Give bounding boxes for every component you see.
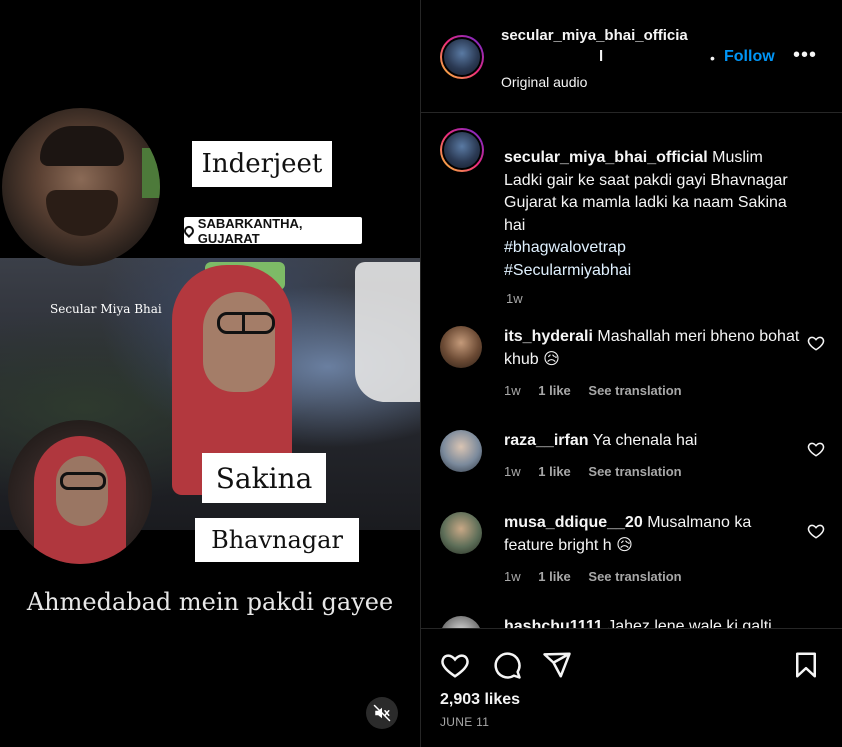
separator-dot: •: [710, 50, 715, 66]
more-options-button[interactable]: •••: [793, 44, 817, 67]
post-header: secular_miya_bhai_officia l • Follow •••…: [421, 0, 842, 113]
watermark: Secular Miya Bhai: [50, 302, 162, 316]
woman-face: [203, 292, 275, 392]
comment-time: 1w: [504, 569, 521, 584]
muted-speaker-icon: [373, 704, 391, 722]
comment-bubble-icon[interactable]: [492, 650, 522, 680]
follow-button[interactable]: Follow: [724, 48, 775, 66]
avatar[interactable]: [440, 128, 484, 172]
video-caption: Ahmedabad mein pakdi gayee: [26, 588, 394, 616]
audio-link[interactable]: Original audio: [501, 74, 587, 90]
avatar[interactable]: [440, 616, 482, 628]
man-portrait-circle: [2, 108, 160, 266]
like-heart-icon[interactable]: [807, 440, 825, 458]
hashtag-link[interactable]: #bhagwalovetrap: [504, 237, 804, 260]
background-figure: [355, 262, 420, 402]
name-label-2: Sakina: [202, 453, 326, 503]
post-panel: secular_miya_bhai_officia l • Follow •••…: [420, 0, 842, 747]
see-translation-link[interactable]: See translation: [588, 383, 681, 398]
comment-likes[interactable]: 1 like: [538, 383, 571, 398]
comment-username[interactable]: raza__irfan: [504, 432, 589, 449]
name-label: Inderjeet: [192, 141, 332, 187]
header-username[interactable]: secular_miya_bhai_officia: [501, 27, 688, 44]
comment-username[interactable]: its_hyderali: [504, 328, 593, 345]
avatar[interactable]: [440, 430, 482, 472]
mute-button[interactable]: [366, 697, 398, 729]
comment-time: 1w: [504, 464, 521, 479]
comment-likes[interactable]: 1 like: [538, 569, 571, 584]
location-label: SABARKANTHA, GUJARAT: [181, 215, 362, 246]
avatar[interactable]: [440, 35, 484, 79]
location-pin-icon: [181, 223, 196, 238]
comments-list[interactable]: secular_miya_bhai_official Muslim Ladki …: [421, 114, 842, 628]
see-translation-link[interactable]: See translation: [588, 464, 681, 479]
save-bookmark-icon[interactable]: [791, 650, 821, 680]
like-heart-icon[interactable]: [440, 650, 470, 680]
header-username-wrap[interactable]: l: [599, 48, 603, 65]
action-bar: 2,903 likes JUNE 11: [421, 628, 842, 747]
comment-time: 1w: [504, 383, 521, 398]
share-paper-plane-icon[interactable]: [542, 650, 572, 680]
like-heart-icon[interactable]: [807, 334, 825, 352]
caption-timestamp: 1w: [506, 291, 523, 306]
glasses: [217, 312, 275, 334]
avatar[interactable]: [440, 512, 482, 554]
comment-text: Jahez lene wale ki galti: [607, 618, 772, 628]
comment-text: Ya chenala hai: [592, 432, 698, 449]
comment-likes[interactable]: 1 like: [538, 464, 571, 479]
woman-portrait-circle: [8, 420, 152, 564]
like-heart-icon[interactable]: [807, 522, 825, 540]
post-date: JUNE 11: [440, 715, 490, 729]
avatar[interactable]: [440, 326, 482, 368]
hashtag-link[interactable]: #Secularmiyabhai: [504, 260, 804, 283]
likes-count[interactable]: 2,903 likes: [440, 691, 520, 709]
comment-username[interactable]: hashchu1111: [504, 618, 603, 628]
see-translation-link[interactable]: See translation: [588, 569, 681, 584]
caption-username[interactable]: secular_miya_bhai_official: [504, 149, 708, 166]
location-text: SABARKANTHA, GUJARAT: [197, 215, 303, 246]
place-label: Bhavnagar: [195, 518, 359, 562]
post-media[interactable]: Inderjeet SABARKANTHA, GUJARAT Secular M…: [0, 0, 420, 747]
comment-username[interactable]: musa_ddique__20: [504, 514, 643, 531]
